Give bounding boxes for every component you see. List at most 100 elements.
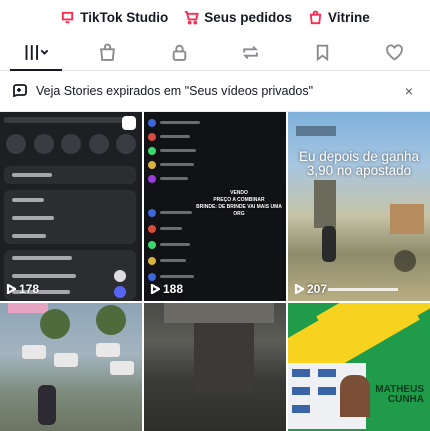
- caption-line: 3,90 no apostado: [306, 163, 412, 178]
- bag-icon: [100, 43, 115, 61]
- video-thumbnail[interactable]: Eu depois de ganha 3,90 no apostado 207: [288, 112, 430, 301]
- menu-line: [12, 216, 54, 220]
- tab-reposts[interactable]: [221, 34, 281, 70]
- player-figure: [340, 375, 370, 417]
- game-character: [322, 226, 336, 262]
- shopping-bag-icon: [309, 10, 322, 24]
- tab-videos-grid[interactable]: [6, 34, 66, 71]
- bookmark-icon: [316, 44, 329, 61]
- tiktok-studio-icon: [62, 11, 74, 23]
- tiktok-studio-link[interactable]: TikTok Studio: [60, 10, 168, 25]
- cart-icon: [185, 10, 200, 25]
- thumbnail-icon: [116, 134, 136, 154]
- tab-private[interactable]: [149, 34, 209, 70]
- view-count-value: 178: [19, 282, 40, 296]
- video-thumbnail[interactable]: [0, 303, 142, 431]
- channel-row: [148, 272, 194, 281]
- view-count: 188: [150, 282, 183, 296]
- game-tree: [96, 305, 126, 335]
- channel-row: [148, 240, 190, 249]
- sponsor-logo: [318, 369, 336, 377]
- channel-row: [148, 208, 192, 217]
- player-name-line: CUNHA: [387, 394, 424, 405]
- game-tower: [314, 180, 336, 228]
- tab-liked[interactable]: [364, 34, 424, 70]
- channel-row: [148, 118, 200, 127]
- notice-text: Veja Stories expirados em "Seus vídeos p…: [36, 84, 314, 98]
- video-thumbnail[interactable]: VENDO PREÇO A COMBINAR BRINDE: DE BRINDE…: [144, 112, 286, 301]
- thumbnail-header: [4, 117, 124, 123]
- sponsor-logo: [292, 369, 310, 377]
- thumbnail-icon: [6, 134, 26, 154]
- scene-wall: [194, 323, 254, 393]
- game-vehicle: [96, 343, 120, 357]
- stories-icon: [13, 84, 27, 98]
- menu-line: [12, 234, 46, 238]
- caption-line: Eu depois de ganha: [298, 149, 420, 164]
- thumbnail-icon: [61, 134, 81, 154]
- thumbnail-overlay: [8, 303, 48, 313]
- game-tree: [40, 309, 70, 339]
- sponsor-logo: [292, 387, 310, 395]
- showcase-label: Vitrine: [328, 9, 370, 25]
- video-thumbnail[interactable]: MATHEUS CUNHA: [288, 303, 430, 431]
- grid-icon: [25, 44, 48, 60]
- thumbnail-icon-row: [6, 134, 136, 154]
- game-vehicle: [54, 353, 78, 367]
- player-name: MATHEUS CUNHA: [375, 385, 424, 405]
- orders-link[interactable]: Seus pedidos: [184, 10, 292, 25]
- game-vehicle: [110, 361, 134, 375]
- video-caption: VENDO PREÇO A COMBINAR BRINDE: DE BRINDE…: [192, 190, 286, 218]
- sponsor-logo: [318, 387, 336, 395]
- thumbnail-badge: [122, 116, 136, 130]
- view-count: 178: [6, 282, 39, 296]
- expired-stories-notice[interactable]: Veja Stories expirados em "Seus vídeos p…: [0, 71, 430, 112]
- thumbnail-icon: [33, 134, 54, 154]
- menu-line: [12, 198, 44, 202]
- video-thumbnail[interactable]: [144, 303, 286, 431]
- game-hud: [296, 126, 336, 136]
- channel-row: [148, 174, 188, 183]
- top-links: TikTok Studio Seus pedidos Vitrine: [0, 0, 430, 34]
- view-count-value: 188: [163, 282, 184, 296]
- orders-label: Seus pedidos: [204, 9, 293, 25]
- menu-line: [12, 256, 72, 260]
- video-thumbnail[interactable]: 178: [0, 112, 142, 301]
- progress-line: [328, 288, 398, 291]
- channel-row: [148, 160, 194, 169]
- play-icon: [294, 284, 304, 294]
- profile-tabs: [0, 34, 430, 71]
- menu-panel: [4, 190, 136, 244]
- game-control-icon: [394, 250, 416, 272]
- menu-panel: [4, 166, 136, 184]
- heart-icon: [385, 43, 403, 60]
- lock-icon: [172, 44, 186, 61]
- play-icon: [150, 284, 160, 294]
- channel-row: [148, 256, 186, 265]
- caption-line: PREÇO A COMBINAR: [213, 197, 265, 203]
- game-character: [38, 385, 56, 425]
- channel-row: [148, 224, 182, 233]
- menu-line: [12, 274, 76, 278]
- tab-shop[interactable]: [77, 34, 137, 70]
- thumbnail-icon: [88, 134, 109, 154]
- video-caption: Eu depois de ganha 3,90 no apostado: [288, 150, 430, 178]
- caption-line: BRINDE: DE BRINDE VAI MAIS UMA ORG: [196, 204, 282, 217]
- showcase-link[interactable]: Vitrine: [308, 10, 370, 25]
- view-count-value: 207: [307, 282, 328, 296]
- game-building: [390, 204, 424, 234]
- view-count: 207: [294, 282, 327, 296]
- scene-roof: [164, 303, 274, 323]
- channel-row: [148, 132, 190, 141]
- sponsor-logo: [292, 405, 310, 413]
- play-icon: [6, 284, 16, 294]
- menu-line: [12, 173, 52, 177]
- caption-line: VENDO: [230, 190, 248, 196]
- video-grid: 178 VENDO PREÇO A COMBINAR BRINDE: DE BR…: [0, 112, 430, 431]
- game-vehicle: [22, 345, 46, 359]
- repost-icon: [243, 45, 259, 59]
- tab-favorites[interactable]: [292, 34, 352, 70]
- tiktok-studio-label: TikTok Studio: [80, 9, 169, 25]
- toggle-icon: [114, 270, 126, 282]
- close-icon[interactable]: ×: [400, 82, 418, 100]
